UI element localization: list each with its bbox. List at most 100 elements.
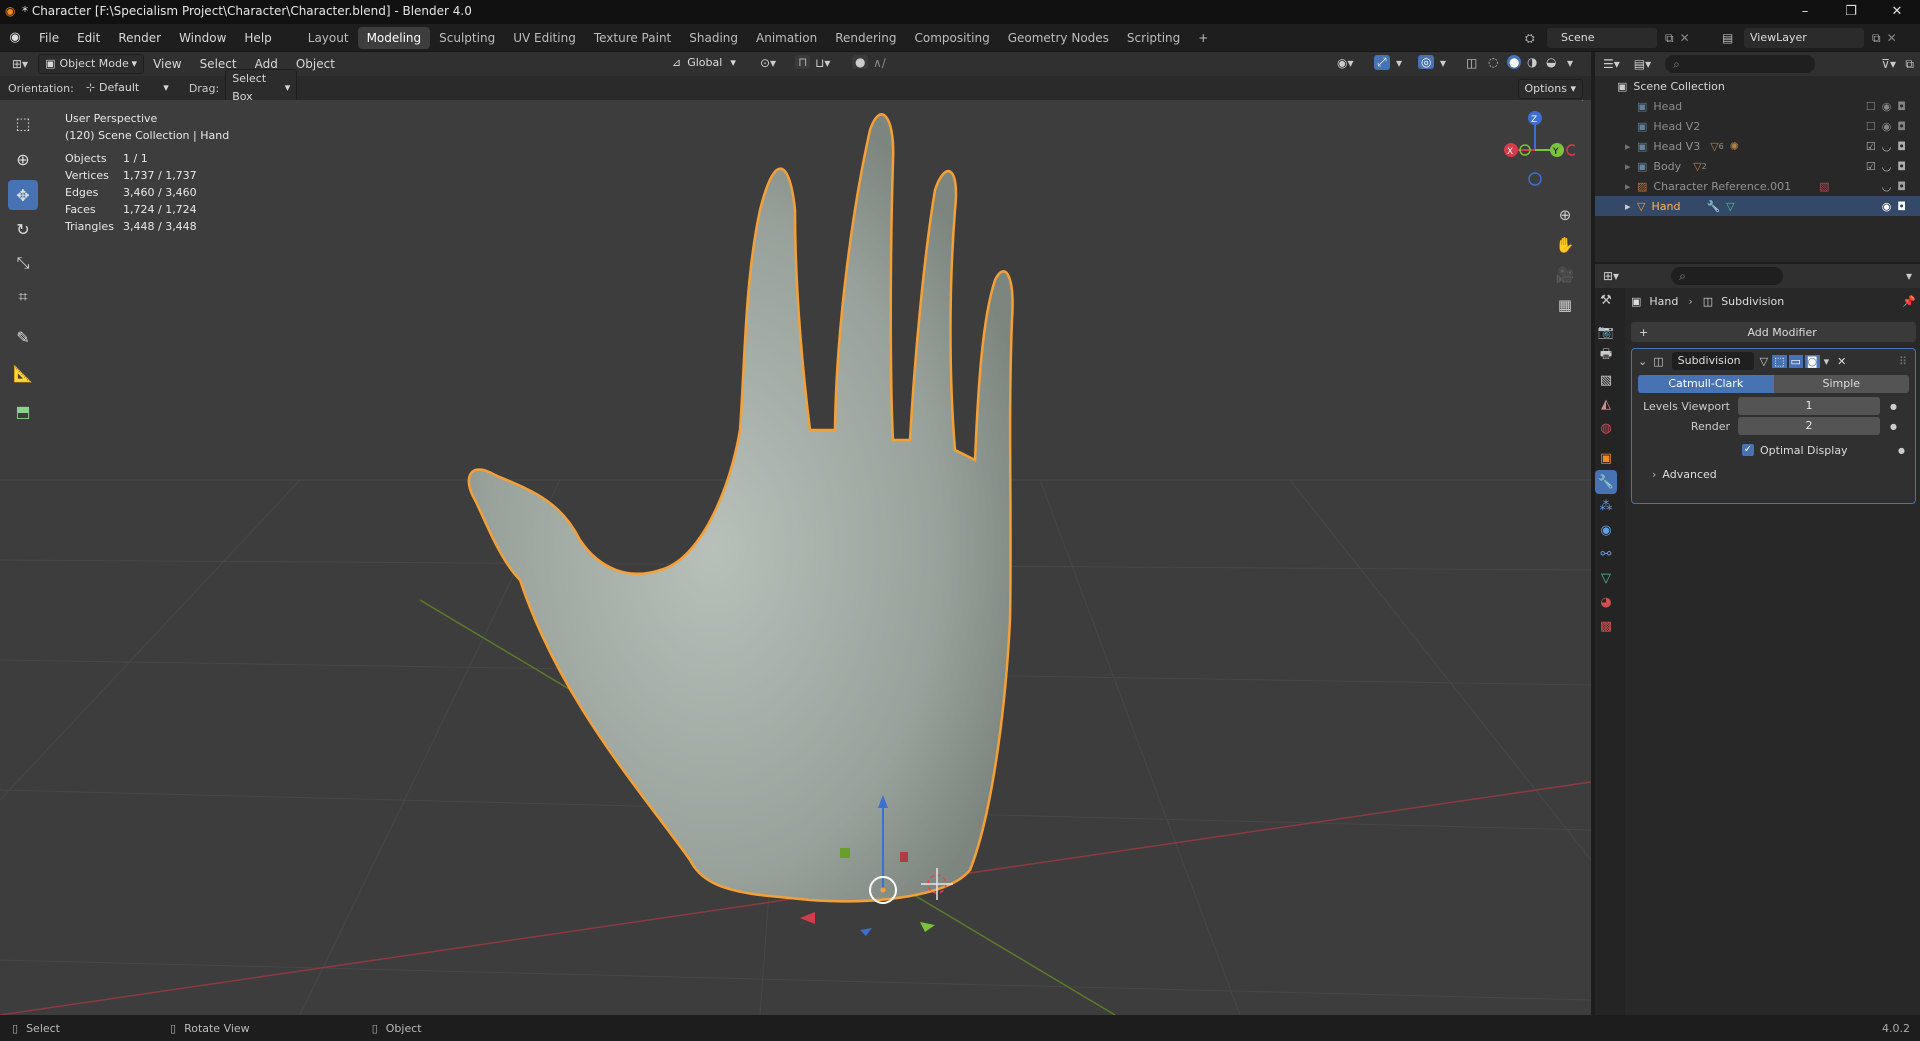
viewport-toggle-icon[interactable]: ▭ — [1788, 354, 1803, 368]
expand-arrow-icon[interactable]: ▸ — [1625, 200, 1637, 213]
keyframe-dot-icon[interactable]: ● — [1898, 446, 1905, 455]
chevron-down-icon[interactable]: ▾ — [1906, 269, 1912, 283]
menu-edit[interactable]: Edit — [68, 24, 109, 52]
select-box-tool-icon[interactable]: ⬚ — [8, 108, 38, 138]
properties-search-input[interactable]: ⌕ — [1671, 267, 1784, 285]
snap-icon[interactable]: ⊓ — [795, 55, 811, 69]
visibility-toggles[interactable]: ☐◉◘ — [1866, 120, 1912, 133]
tab-scripting[interactable]: Scripting — [1118, 27, 1189, 49]
physics-tab-icon[interactable]: ◉ — [1595, 518, 1617, 542]
render-toggle-icon[interactable]: ◙ — [1804, 354, 1820, 368]
tool-tab-icon[interactable]: ⚒ — [1595, 288, 1617, 312]
outliner-item[interactable]: ▣ Head V2 ☐◉◘ — [1595, 116, 1920, 136]
material-tab-icon[interactable]: ◕ — [1595, 590, 1617, 614]
menu-file[interactable]: File — [30, 24, 68, 52]
overlay-toggle-icon[interactable]: ◎ — [1418, 55, 1435, 69]
tab-layout[interactable]: Layout — [299, 27, 358, 49]
expand-arrow-icon[interactable]: ▸ — [1625, 180, 1637, 193]
visibility-icon[interactable]: ◉▾ — [1337, 56, 1354, 70]
render-levels-field[interactable]: 2 — [1738, 417, 1880, 435]
transform-tool-icon[interactable]: ⌗ — [8, 282, 38, 312]
outliner-item[interactable]: ▸ ▣ Body ▽ 2 ☑◡◘ — [1595, 156, 1920, 176]
tab-animation[interactable]: Animation — [747, 27, 826, 49]
viewlayer-selector[interactable]: ▤ ViewLayer ⧉ ✕ — [1722, 27, 1897, 49]
render-tab-icon[interactable]: 📷 — [1595, 320, 1617, 344]
zoom-icon[interactable]: ⊕ — [1553, 200, 1577, 230]
simple-option[interactable]: Simple — [1773, 375, 1909, 393]
minimize-button[interactable]: – — [1782, 0, 1828, 24]
measure-tool-icon[interactable]: 📐 — [8, 358, 38, 388]
outliner-item[interactable]: ▸ ▣ Head V3 ▽ 6 ✺ ☑◡◘ — [1595, 136, 1920, 156]
constraints-tab-icon[interactable]: ⚯ — [1595, 542, 1617, 566]
scene-selector[interactable]: ⛭ Scene ⧉ ✕ — [1525, 27, 1690, 49]
viewlayer-name[interactable]: ViewLayer — [1744, 28, 1864, 48]
catmull-clark-option[interactable]: Catmull-Clark — [1638, 375, 1774, 393]
rendered-shading-icon[interactable]: ◒ — [1546, 55, 1556, 69]
texture-tab-icon[interactable]: ▩ — [1595, 614, 1617, 638]
new-scene-icon[interactable]: ⧉ — [1665, 31, 1674, 46]
cage-toggle-icon[interactable]: ⬚ — [1772, 354, 1787, 368]
visibility-toggles[interactable]: ◉◘ — [1882, 200, 1912, 213]
tab-shading[interactable]: Shading — [680, 27, 747, 49]
particles-tab-icon[interactable]: ⁂ — [1595, 494, 1617, 518]
delete-viewlayer-icon[interactable]: ✕ — [1887, 31, 1897, 45]
add-workspace-button[interactable]: + — [1189, 27, 1217, 49]
pan-hand-icon[interactable]: ✋ — [1553, 230, 1577, 260]
editor-type-icon[interactable]: ⊞▾ — [12, 57, 28, 71]
sidebar-toggle-icon[interactable]: ‹ — [1580, 100, 1584, 105]
material-shading-icon[interactable]: ◑ — [1527, 55, 1537, 69]
options-dropdown[interactable]: Options ▾ — [1517, 79, 1583, 99]
visibility-toggles[interactable]: ☑◡◘ — [1866, 140, 1912, 153]
camera-view-icon[interactable]: 🎥 — [1553, 260, 1577, 290]
menu-help[interactable]: Help — [235, 24, 280, 52]
xray-icon[interactable]: ◫ — [1466, 56, 1477, 70]
solid-shading-icon[interactable]: ● — [1507, 55, 1522, 69]
rotate-tool-icon[interactable]: ↻ — [8, 214, 38, 244]
mode-dropdown[interactable]: ▣ Object Mode ▾ — [38, 54, 145, 74]
levels-viewport-field[interactable]: 1 — [1738, 397, 1880, 415]
tab-texture-paint[interactable]: Texture Paint — [585, 27, 680, 49]
object-tab-icon[interactable]: ▣ — [1595, 446, 1617, 470]
filter-icon[interactable]: ⊽▾ — [1881, 57, 1896, 71]
chevron-down-icon[interactable]: ▾ — [1824, 355, 1830, 368]
new-viewlayer-icon[interactable]: ⧉ — [1872, 31, 1881, 46]
outliner-item-selected[interactable]: ▸ ▽ Hand 🔧 ▽ ◉◘ — [1595, 196, 1920, 216]
modifier-name-input[interactable]: Subdivision — [1671, 352, 1754, 370]
advanced-subpanel[interactable]: › Advanced — [1632, 465, 1915, 483]
tab-modeling[interactable]: Modeling — [357, 26, 431, 49]
optimal-display-checkbox[interactable]: ✓ — [1742, 444, 1754, 456]
3d-viewport[interactable]: ⬚ ⊕ ✥ ↻ ⤡ ⌗ ✎ 📐 ⬒ User Perspective (120)… — [0, 100, 1591, 1015]
shading-dropdown-icon[interactable]: ▾ — [1567, 56, 1573, 70]
display-mode-icon[interactable]: ▤▾ — [1634, 57, 1651, 71]
add-cube-tool-icon[interactable]: ⬒ — [8, 396, 38, 426]
tab-rendering[interactable]: Rendering — [826, 27, 905, 49]
tab-compositing[interactable]: Compositing — [905, 27, 998, 49]
navigation-gizmo[interactable]: Z Y X — [1495, 108, 1575, 198]
falloff-icon[interactable]: ∧∕ — [873, 56, 886, 70]
outliner-editor-icon[interactable]: ☰▾ — [1603, 57, 1620, 71]
visibility-toggles[interactable]: ◡◘ — [1882, 180, 1912, 193]
tab-geometry-nodes[interactable]: Geometry Nodes — [999, 27, 1118, 49]
expand-arrow-icon[interactable]: ▸ — [1625, 140, 1637, 153]
proportional-edit-icon[interactable]: ● — [852, 55, 869, 69]
outliner-item[interactable]: ▸ ▨ Character Reference.001 ▧ ◡◘ — [1595, 176, 1920, 196]
modifier-tab-icon[interactable]: 🔧 — [1595, 470, 1617, 494]
keyframe-dot-icon[interactable]: ● — [1890, 422, 1897, 431]
data-tab-icon[interactable]: ▽ — [1595, 566, 1617, 590]
view-layer-tab-icon[interactable]: ▧ — [1595, 368, 1617, 392]
tab-sculpting[interactable]: Sculpting — [430, 27, 504, 49]
pivot-point-icon[interactable]: ⊙▾ — [760, 56, 776, 70]
drag-handle-icon[interactable]: ⠿ — [1899, 355, 1907, 368]
menu-view[interactable]: View — [144, 52, 190, 76]
gizmo-toggle-icon[interactable]: ⤢ — [1374, 55, 1390, 70]
outliner-search-input[interactable]: ⌕ — [1665, 55, 1816, 73]
scene-tab-icon[interactable]: ◭ — [1595, 392, 1617, 416]
edit-mode-toggle-icon[interactable]: ▽ — [1760, 355, 1768, 368]
outliner-item[interactable]: ▣ Head ☐◉◘ — [1595, 96, 1920, 116]
wireframe-shading-icon[interactable]: ◌ — [1488, 55, 1498, 69]
keyframe-dot-icon[interactable]: ● — [1890, 402, 1897, 411]
remove-modifier-icon[interactable]: ✕ — [1837, 355, 1846, 368]
snap-target-icon[interactable]: ⊔▾ — [815, 56, 830, 70]
menu-render[interactable]: Render — [109, 24, 170, 52]
delete-scene-icon[interactable]: ✕ — [1680, 31, 1690, 45]
